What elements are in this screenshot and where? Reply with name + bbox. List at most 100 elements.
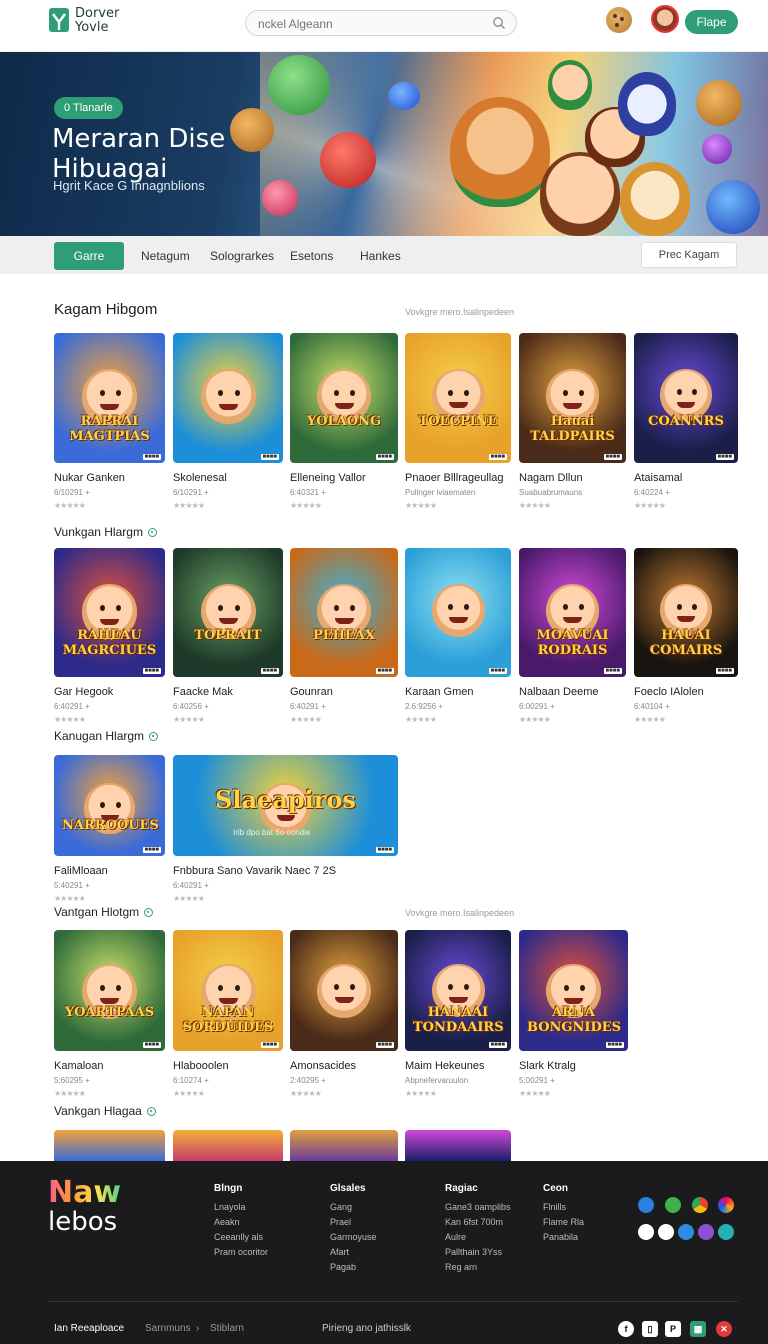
game-card[interactable]: Slaeapiros Irib dpo bat 6o oondie ■■■■ Fnbb… <box>173 755 398 908</box>
footer-link[interactable]: Flnills <box>543 1200 584 1215</box>
game-thumbnail[interactable]: NAPAN SORDUIDES ■■■■ <box>173 930 283 1051</box>
nav-tab-1[interactable]: Garre <box>54 242 124 270</box>
search-input[interactable] <box>258 15 478 33</box>
game-thumbnail[interactable]: TOPRAIT ■■■■ <box>173 548 283 677</box>
game-card[interactable]: HAUAI COMAIRS ■■■■ Foeclo IAlolen 6:40104 +… <box>634 548 738 729</box>
game-card[interactable]: ■■■■ Amonsacides 2:40295 + ★★★★★ <box>290 930 398 1103</box>
nav-tab-3[interactable]: Solograrkes <box>210 242 274 270</box>
game-thumbnail[interactable]: YOLAONG ■■■■ <box>290 333 398 463</box>
footer-link[interactable]: Flame Rla <box>543 1215 584 1230</box>
game-name[interactable]: Foeclo IAlolen <box>634 686 704 698</box>
footer-facebook-icon[interactable]: f <box>618 1321 634 1337</box>
footer-link[interactable]: Pagab <box>330 1260 377 1275</box>
game-name[interactable]: Slark Ktralg <box>519 1060 576 1072</box>
footer-link[interactable]: Prael <box>330 1215 377 1230</box>
header-cta-button[interactable]: Flape <box>685 10 738 34</box>
footer-link[interactable]: Afart <box>330 1245 377 1260</box>
game-thumbnail[interactable]: MOAVUAI RODRAIS ■■■■ <box>519 548 626 677</box>
social-chat-icon[interactable] <box>658 1224 674 1240</box>
social-link-icon[interactable] <box>678 1224 694 1240</box>
footer-brand[interactable]: Ian Reeaploace <box>54 1323 124 1334</box>
avatar[interactable] <box>651 5 679 33</box>
game-card[interactable]: ■■■■ Karaan Gmen 2.6:9256 + ★★★★★ <box>405 548 511 729</box>
game-card[interactable]: ■■■■ Skolenesal 6/10291 + ★★★★★ <box>173 333 283 515</box>
game-thumbnail[interactable]: Slaeapiros Irib dpo bat 6o oondie ■■■■ <box>173 755 398 856</box>
game-card[interactable]: NAPAN SORDUIDES ■■■■ Hlabooolen 6:10274 + ★★… <box>173 930 283 1103</box>
game-name[interactable]: Kamaloan <box>54 1060 104 1072</box>
search-box[interactable] <box>245 10 517 36</box>
game-card[interactable]: COANNRS ■■■■ Ataisamal 6:40224 + ★★★★★ <box>634 333 738 515</box>
game-name[interactable]: Fnbbura Sano Vavarik Naec 7 2S <box>173 865 336 877</box>
game-thumbnail[interactable]: RAHEAU MAGRCIUES ■■■■ <box>54 548 165 677</box>
game-name[interactable]: FaliMloaan <box>54 865 108 877</box>
game-thumbnail[interactable]: RAPRAI MAGTPIAS ■■■■ <box>54 333 165 463</box>
nav-tab-4[interactable]: Esetons <box>290 242 333 270</box>
game-thumbnail[interactable]: ARNA BONGNIDES ■■■■ <box>519 930 628 1051</box>
game-name[interactable]: Nagam Dllun <box>519 472 583 484</box>
footer-link[interactable]: Ceeanlly als <box>214 1230 268 1245</box>
game-card[interactable]: RAPRAI MAGTPIAS ■■■■ Nukar Ganken 6/10291 +… <box>54 333 165 515</box>
game-thumbnail[interactable]: PEHEAX ■■■■ <box>290 548 398 677</box>
footer-link[interactable]: Aeakn <box>214 1215 268 1230</box>
game-name[interactable]: Nalbaan Deeme <box>519 686 599 698</box>
game-name[interactable]: Skolenesal <box>173 472 227 484</box>
game-card[interactable]: ARNA BONGNIDES ■■■■ Slark Ktralg 5:00291 + ★… <box>519 930 628 1103</box>
game-card[interactable]: NARROOUES ■■■■ FaliMloaan 5:40291 + ★★★★★ <box>54 755 165 908</box>
search-icon[interactable] <box>492 16 506 30</box>
social-purple-icon[interactable] <box>698 1224 714 1240</box>
cookie-icon[interactable] <box>606 7 632 33</box>
game-card[interactable]: TOECPINE ■■■■ Pnaoer Blllrageullag Pullnger… <box>405 333 511 515</box>
game-card[interactable]: YOLAONG ■■■■ Elleneing Vallor 6:40321 + ★★★★… <box>290 333 398 515</box>
nav-tab-2[interactable]: Netagum <box>141 242 190 270</box>
footer-link[interactable]: Garmoyuse <box>330 1230 377 1245</box>
footer-link[interactable]: Aulre <box>445 1230 511 1245</box>
game-thumbnail[interactable]: NARROOUES ■■■■ <box>54 755 165 856</box>
game-name[interactable]: Faacke Mak <box>173 686 233 698</box>
game-thumbnail[interactable]: HANAAI TONDAAIRS ■■■■ <box>405 930 511 1051</box>
footer-breadcrumb-2[interactable]: Stiblarn <box>210 1323 244 1334</box>
game-name[interactable]: Pnaoer Blllrageullag <box>405 472 503 484</box>
social-github-icon[interactable] <box>638 1224 654 1240</box>
game-card[interactable]: RAHEAU MAGRCIUES ■■■■ Gar Hegook 6:40291 + ★… <box>54 548 165 729</box>
game-thumbnail[interactable] <box>173 1130 283 1161</box>
game-card[interactable]: PEHEAX ■■■■ Gounran 6:40291 + ★★★★★ <box>290 548 398 729</box>
footer-link[interactable]: Gane3 oamplibs <box>445 1200 511 1215</box>
footer-doc-icon[interactable]: ▯ <box>642 1321 658 1337</box>
nav-right-button[interactable]: Prec Kagam <box>641 242 737 268</box>
game-thumbnail[interactable]: COANNRS ■■■■ <box>634 333 738 463</box>
game-thumbnail[interactable]: HAUAI COMAIRS ■■■■ <box>634 548 738 677</box>
game-name[interactable]: Elleneing Vallor <box>290 472 366 484</box>
game-thumbnail[interactable] <box>54 1130 165 1161</box>
game-name[interactable]: Karaan Gmen <box>405 686 473 698</box>
game-thumbnail[interactable]: YOARTPAAS ■■■■ <box>54 930 165 1051</box>
footer-link[interactable]: Pallthain 3Yss <box>445 1245 511 1260</box>
game-thumbnail[interactable]: ■■■■ <box>290 930 398 1051</box>
game-name[interactable]: Nukar Ganken <box>54 472 125 484</box>
social-blue-icon[interactable] <box>638 1197 654 1213</box>
game-thumbnail[interactable]: ■■■■ <box>405 548 511 677</box>
footer-breadcrumb-1[interactable]: Sarnmuns <box>145 1323 191 1334</box>
row-title-2[interactable]: Vunkgan Hlargm <box>54 525 157 539</box>
game-name[interactable]: Gar Hegook <box>54 686 113 698</box>
footer-p-icon[interactable]: P <box>665 1321 681 1337</box>
game-name[interactable]: Hlabooolen <box>173 1060 229 1072</box>
hero-tag-badge[interactable]: 0 Tlanarle <box>54 97 123 119</box>
game-name[interactable]: Gounran <box>290 686 333 698</box>
footer-close-icon[interactable]: ✕ <box>716 1321 732 1337</box>
game-card[interactable]: Hauai TALDPAIRS ■■■■ Nagam Dllun Suabuabrum… <box>519 333 626 515</box>
footer-link[interactable]: Gang <box>330 1200 377 1215</box>
section-hint[interactable]: Vovkgre mero.Isalinpedeen <box>405 307 514 317</box>
game-card[interactable]: YOARTPAAS ■■■■ Kamaloan 5:60295 + ★★★★★ <box>54 930 165 1103</box>
game-thumbnail[interactable]: Hauai TALDPAIRS ■■■■ <box>519 333 626 463</box>
footer-link[interactable]: Reg arn <box>445 1260 511 1275</box>
footer-link[interactable]: Panabila <box>543 1230 584 1245</box>
game-name[interactable]: Maim Hekeunes <box>405 1060 484 1072</box>
social-teal-icon[interactable] <box>718 1224 734 1240</box>
row-title-3[interactable]: Kanugan Hlargm <box>54 729 159 743</box>
game-name[interactable]: Ataisamal <box>634 472 682 484</box>
game-card[interactable]: MOAVUAI RODRAIS ■■■■ Nalbaan Deeme 6:00291 … <box>519 548 626 729</box>
game-card[interactable]: HANAAI TONDAAIRS ■■■■ Maim Hekeunes Abpnefe… <box>405 930 511 1103</box>
footer-logo[interactable]: Naw lebos <box>48 1178 121 1237</box>
game-thumbnail[interactable]: ■■■■ <box>173 333 283 463</box>
section-hint-2[interactable]: Vovkgre mero.Isalinpedeen <box>405 908 514 918</box>
